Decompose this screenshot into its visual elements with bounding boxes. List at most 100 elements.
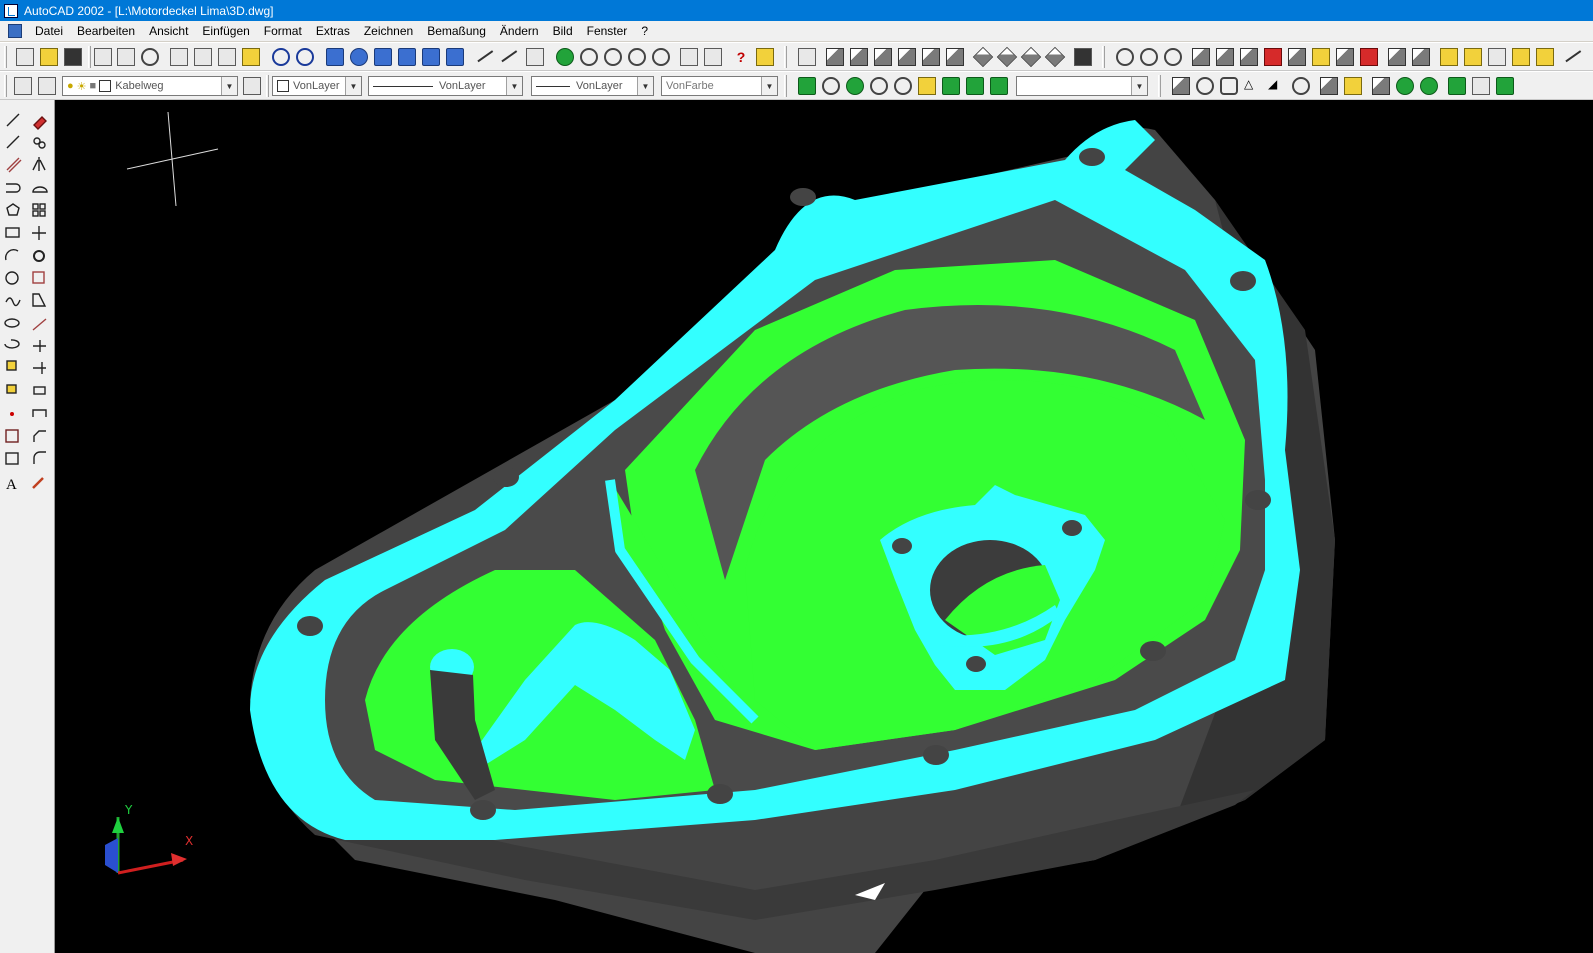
cone-icon[interactable]: △: [1244, 77, 1262, 91]
menu-extras[interactable]: Extras: [309, 24, 357, 38]
sphere-icon[interactable]: [1196, 77, 1214, 95]
extrude-icon[interactable]: [1320, 77, 1338, 95]
check-icon[interactable]: [1536, 48, 1554, 66]
ellipse-arc-icon[interactable]: [4, 339, 20, 349]
menu-format[interactable]: Format: [257, 24, 309, 38]
toolbar-grip[interactable]: [4, 75, 7, 97]
hyperlink-icon[interactable]: [326, 48, 344, 66]
trim-icon[interactable]: [33, 340, 46, 352]
section-icon[interactable]: [1396, 77, 1414, 95]
view-icon[interactable]: [798, 48, 816, 66]
dbconnect-icon[interactable]: [756, 48, 774, 66]
help-icon[interactable]: ?: [732, 48, 750, 66]
line-icon[interactable]: [6, 113, 20, 127]
sw-iso-icon[interactable]: [972, 46, 994, 68]
toolbar-grip[interactable]: [784, 75, 787, 97]
torus-icon[interactable]: [1292, 77, 1310, 95]
chamfer-icon[interactable]: [33, 430, 46, 442]
multiline-text-icon[interactable]: A: [6, 477, 17, 493]
make-layer-current-icon[interactable]: [14, 77, 32, 95]
find-icon[interactable]: [141, 48, 159, 66]
menu-aendern[interactable]: Ändern: [493, 24, 546, 38]
copy-edges-icon[interactable]: [1388, 48, 1406, 66]
layers-icon[interactable]: [38, 77, 56, 95]
paste-icon[interactable]: [218, 48, 236, 66]
3d-swivel-icon[interactable]: [894, 77, 912, 95]
taper-faces-icon[interactable]: [1312, 48, 1330, 66]
intersect-icon[interactable]: [1164, 48, 1182, 66]
undo-icon[interactable]: [272, 48, 290, 66]
document-icon[interactable]: [8, 24, 22, 38]
break-at-point-icon[interactable]: [33, 386, 46, 395]
multiline-icon[interactable]: [6, 157, 22, 173]
make-block-icon[interactable]: [6, 384, 17, 394]
region-icon[interactable]: [5, 452, 19, 465]
chevron-down-icon[interactable]: ▼: [345, 77, 361, 95]
menu-einfuegen[interactable]: Einfügen: [195, 24, 256, 38]
drawing-viewport[interactable]: Y X: [55, 100, 1593, 953]
mirror-icon[interactable]: [32, 157, 46, 171]
slice-icon[interactable]: [1372, 77, 1390, 95]
menu-help[interactable]: ?: [634, 24, 655, 38]
toolbar-grip[interactable]: [1158, 75, 1161, 97]
imprint-icon[interactable]: [1440, 48, 1458, 66]
zoom-realtime-icon[interactable]: [580, 48, 598, 66]
properties-icon[interactable]: [680, 48, 698, 66]
globe-icon[interactable]: [446, 48, 464, 66]
break-icon[interactable]: [32, 409, 47, 417]
menu-datei[interactable]: Datei: [28, 24, 70, 38]
chevron-down-icon[interactable]: ▼: [1131, 77, 1147, 95]
layer-previous-icon[interactable]: [243, 77, 261, 95]
print-preview-icon[interactable]: [117, 48, 135, 66]
polyline-icon[interactable]: [6, 183, 21, 193]
chevron-down-icon[interactable]: ▼: [761, 77, 777, 95]
insert-block-icon[interactable]: [6, 360, 17, 371]
extrude-faces-icon[interactable]: [1192, 48, 1210, 66]
setup-view-icon[interactable]: [1472, 77, 1490, 95]
setup-drawing-icon[interactable]: [1448, 77, 1466, 95]
copy-faces-icon[interactable]: [1336, 48, 1354, 66]
color-faces-icon[interactable]: [1360, 48, 1378, 66]
3d-adjust-distance-icon[interactable]: [918, 77, 936, 95]
move-icon[interactable]: [32, 226, 46, 240]
interference-icon[interactable]: [1420, 77, 1438, 95]
ellipse-icon[interactable]: [4, 318, 20, 328]
stretch-icon[interactable]: [32, 293, 47, 307]
3d-continuous-orbit-icon[interactable]: [870, 77, 888, 95]
autocad-app-icon[interactable]: [4, 3, 18, 18]
setup-profile-icon[interactable]: [1496, 77, 1514, 95]
union-icon[interactable]: [1116, 48, 1134, 66]
new-icon[interactable]: [16, 48, 34, 66]
revolve-icon[interactable]: [1344, 77, 1362, 95]
chevron-down-icon[interactable]: ▼: [637, 77, 653, 95]
web-icon[interactable]: [422, 48, 440, 66]
menu-zeichnen[interactable]: Zeichnen: [357, 24, 420, 38]
toolbar-grip[interactable]: [784, 46, 787, 68]
spline-icon[interactable]: [5, 297, 21, 307]
offset-icon[interactable]: [32, 186, 48, 193]
construction-line-icon[interactable]: [6, 135, 20, 149]
polygon-icon[interactable]: [6, 203, 20, 216]
wedge-icon[interactable]: ◢: [1268, 77, 1286, 91]
right-view-icon[interactable]: [898, 48, 916, 66]
publish-icon[interactable]: [398, 48, 416, 66]
shell-icon[interactable]: [1512, 48, 1530, 66]
toolbar-grip[interactable]: [1102, 46, 1105, 68]
circle-icon[interactable]: [5, 271, 19, 285]
rectangle-icon[interactable]: [5, 227, 20, 238]
cut-icon[interactable]: [170, 48, 188, 66]
ucs-icon[interactable]: [496, 43, 518, 63]
ucs-select[interactable]: ▼: [1016, 76, 1148, 96]
save-icon[interactable]: [64, 48, 82, 66]
aerial-view-icon[interactable]: [652, 48, 670, 66]
top-view-icon[interactable]: [826, 48, 844, 66]
pan-icon[interactable]: [556, 48, 574, 66]
menu-fenster[interactable]: Fenster: [580, 24, 635, 38]
plotstyle-select[interactable]: VonFarbe ▼: [661, 76, 778, 96]
redo-icon[interactable]: [296, 48, 314, 66]
bottom-view-icon[interactable]: [850, 48, 868, 66]
point-icon[interactable]: [9, 412, 14, 417]
layer-select[interactable]: ● ☀ ■ Kabelweg ▼: [62, 76, 238, 96]
se-iso-icon[interactable]: [996, 46, 1018, 68]
chevron-down-icon[interactable]: ▼: [221, 77, 237, 95]
